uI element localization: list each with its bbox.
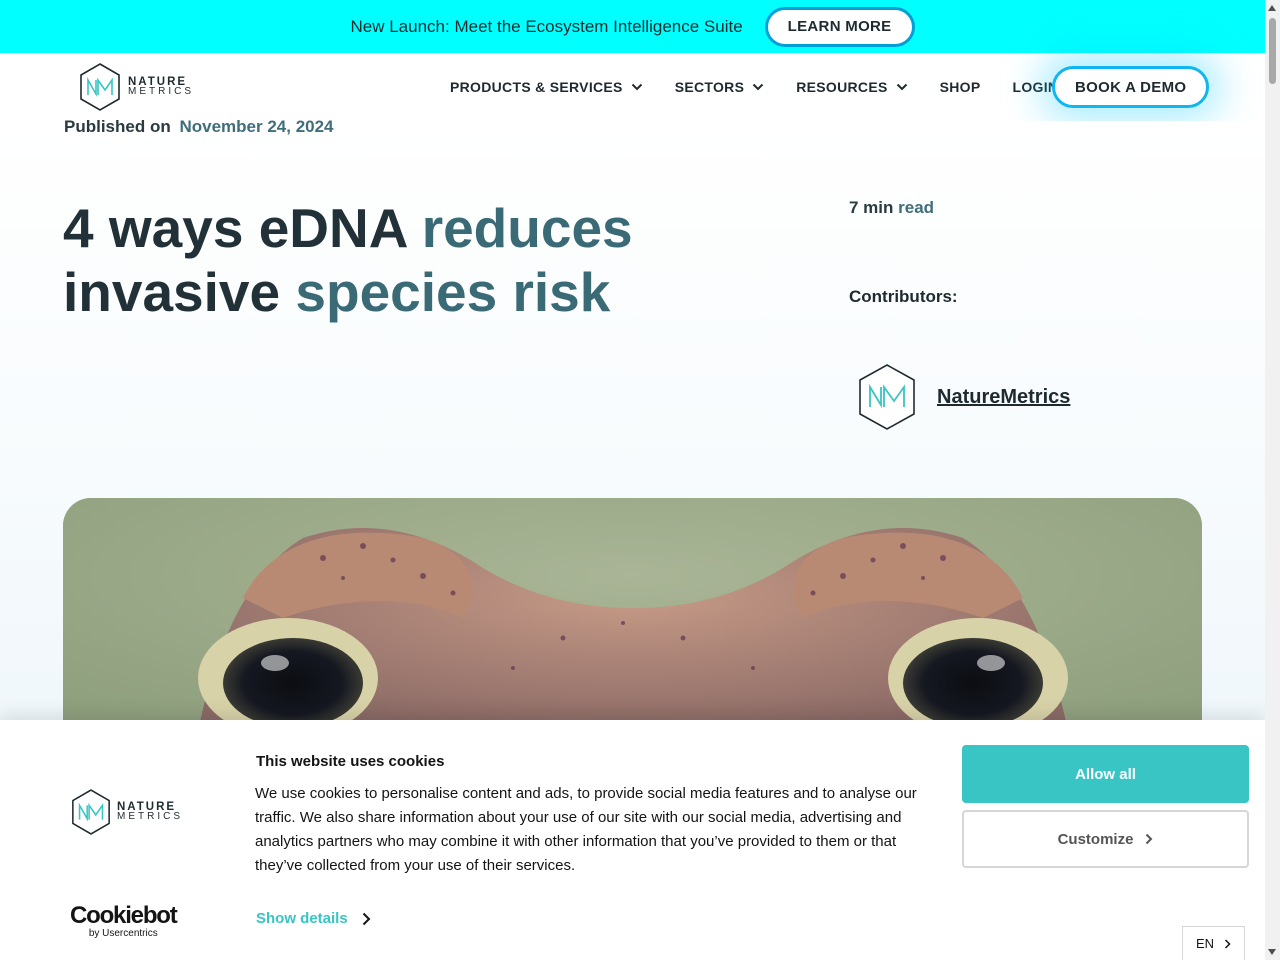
naturemetrics-hexagon-icon <box>80 63 120 111</box>
allow-all-button[interactable]: Allow all <box>962 745 1249 803</box>
announcement-text: New Launch: Meet the Ecosystem Intellige… <box>350 16 743 36</box>
language-code: EN <box>1195 936 1215 951</box>
cookie-banner-logo: NATURE METRICS <box>70 788 183 836</box>
customize-label: Customize <box>1057 830 1134 848</box>
show-details-link[interactable]: Show details <box>256 910 371 927</box>
chevron-down-icon <box>752 83 764 91</box>
show-details-label: Show details <box>256 910 348 927</box>
site-header: NATURE METRICS PRODUCTS & SERVICES SECTO… <box>0 53 1265 121</box>
chevron-right-icon <box>1146 833 1153 845</box>
cookiebot-logo[interactable]: Cookiebot by Usercentrics <box>70 902 178 940</box>
nav-sectors[interactable]: SECTORS <box>675 79 765 95</box>
toad-photo <box>63 498 1202 758</box>
read-time: 7 min read <box>849 198 934 218</box>
logo-text-metrics: METRICS <box>128 86 194 97</box>
scrollbar-thumb[interactable] <box>1269 18 1276 84</box>
scroll-down-arrow-icon[interactable] <box>1268 949 1276 955</box>
nav-label: SHOP <box>939 79 981 95</box>
cookie-banner-title: This website uses cookies <box>256 753 445 770</box>
cookie-banner-body: We use cookies to personalise content an… <box>255 785 917 874</box>
language-selector[interactable]: EN <box>1182 926 1245 960</box>
learn-more-button[interactable]: LEARN MORE <box>764 6 915 47</box>
nav-label: RESOURCES <box>796 79 888 95</box>
nav-resources[interactable]: RESOURCES <box>796 79 907 95</box>
published-date: November 24, 2024 <box>179 117 334 136</box>
logo-text-metrics: METRICS <box>117 811 183 822</box>
chevron-right-icon <box>362 912 371 925</box>
title-part-3: invasive <box>63 261 296 323</box>
naturemetrics-hexagon-icon <box>72 789 110 835</box>
nav-products-services[interactable]: PRODUCTS & SERVICES <box>450 79 643 95</box>
cookiebot-brand: Cookiebot <box>70 902 178 929</box>
cookie-banner: NATURE METRICS This website uses cookies… <box>0 720 1265 960</box>
published-on: Published on November 24, 2024 <box>64 117 334 137</box>
nav-label: PRODUCTS & SERVICES <box>450 79 623 95</box>
page-scrollbar[interactable] <box>1265 0 1280 960</box>
hero-image <box>63 498 1202 758</box>
book-a-demo-button[interactable]: BOOK A DEMO <box>1052 66 1210 108</box>
chevron-right-icon <box>1224 938 1231 949</box>
title-part-1: 4 ways eDNA <box>63 197 422 259</box>
main-nav: PRODUCTS & SERVICES SECTORS RESOURCES SH… <box>450 53 1090 121</box>
chevron-down-icon <box>631 83 643 91</box>
contributors-label: Contributors: <box>849 287 958 306</box>
contributor-link[interactable]: NatureMetrics <box>937 386 1070 409</box>
contributor: NatureMetrics <box>857 363 1070 431</box>
read-time-suffix: read <box>898 198 935 217</box>
scroll-up-arrow-icon[interactable] <box>1268 5 1276 11</box>
nav-shop[interactable]: SHOP <box>940 79 981 95</box>
title-part-2: reduces <box>421 197 633 259</box>
title-part-4: species risk <box>295 261 611 323</box>
naturemetrics-logo[interactable]: NATURE METRICS <box>78 62 194 112</box>
nav-label: SECTORS <box>674 79 745 95</box>
published-label: Published on <box>64 117 171 136</box>
cookiebot-sub: by Usercentrics <box>88 928 158 939</box>
chevron-down-icon <box>896 83 908 91</box>
read-time-value: 7 min <box>849 198 894 217</box>
announcement-bar: New Launch: Meet the Ecosystem Intellige… <box>0 0 1265 53</box>
contributor-avatar-icon <box>859 364 915 430</box>
article-title: 4 ways eDNA reduces invasive species ris… <box>63 196 783 324</box>
customize-button[interactable]: Customize <box>962 810 1249 868</box>
